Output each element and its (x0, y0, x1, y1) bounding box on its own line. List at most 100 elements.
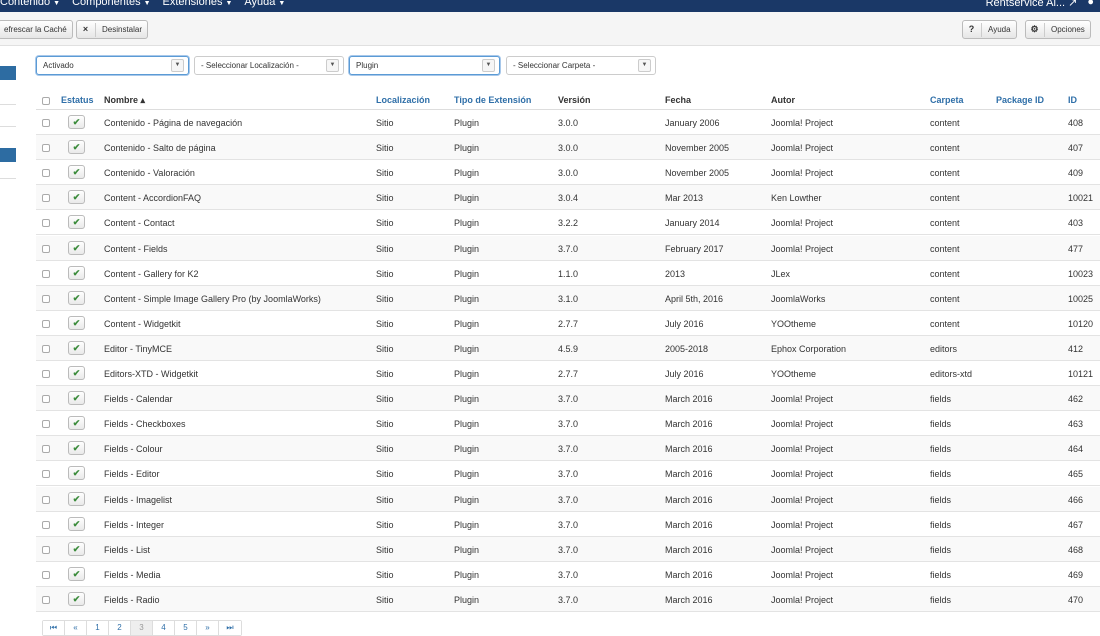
site-link[interactable]: Rentservice Al... ↗ (986, 0, 1078, 9)
row-author: Ephox Corporation (771, 343, 847, 354)
header-package-id[interactable]: Package ID (996, 95, 1044, 105)
row-checkbox[interactable] (42, 420, 50, 429)
enabled-check-icon[interactable]: ✔ (68, 516, 85, 531)
options-button[interactable]: ⚙ Opciones (1025, 20, 1091, 39)
next-page-button[interactable]: » (197, 621, 219, 635)
sidebar-item-active[interactable] (0, 66, 16, 80)
row-checkbox[interactable] (42, 269, 50, 278)
row-checkbox[interactable] (42, 495, 50, 504)
prev-page-button[interactable]: « (65, 621, 87, 635)
select-all-checkbox[interactable] (42, 97, 50, 105)
row-checkbox[interactable] (42, 470, 50, 479)
enabled-check-icon[interactable]: ✔ (68, 315, 85, 330)
row-checkbox[interactable] (42, 545, 50, 554)
enabled-check-icon[interactable]: ✔ (68, 541, 85, 556)
enabled-check-icon[interactable]: ✔ (68, 265, 85, 280)
row-name[interactable]: Contenido - Valoración (104, 168, 195, 178)
menu-contenido[interactable]: Contenido ▼ (0, 0, 60, 8)
enabled-check-icon[interactable]: ✔ (68, 165, 85, 180)
row-name[interactable]: Contenido - Página de navegación (104, 118, 242, 128)
row-location: Sitio (376, 469, 394, 480)
enabled-check-icon[interactable]: ✔ (68, 441, 85, 456)
type-filter[interactable]: Plugin ▼ (349, 56, 500, 75)
enabled-check-icon[interactable]: ✔ (68, 190, 85, 205)
uninstall-button[interactable]: × Desinstalar (76, 20, 149, 39)
status-filter[interactable]: Activado ▼ (36, 56, 189, 75)
row-name[interactable]: Editors-XTD - Widgetkit (104, 369, 198, 379)
header-name[interactable]: Nombre ▴ (104, 95, 145, 106)
enabled-check-icon[interactable]: ✔ (68, 340, 85, 355)
enabled-check-icon[interactable]: ✔ (68, 366, 85, 380)
row-name[interactable]: Content - Fields (104, 244, 168, 254)
user-icon[interactable]: ● (1087, 0, 1094, 9)
row-checkbox[interactable] (42, 219, 50, 228)
header-status[interactable]: Estatus (61, 95, 94, 105)
sidebar-item-selected[interactable] (0, 148, 16, 162)
row-checkbox[interactable] (42, 344, 50, 353)
last-page-button[interactable]: ⏭ (219, 621, 241, 635)
row-checkbox[interactable] (42, 395, 50, 404)
header-version[interactable]: Versión (558, 95, 591, 105)
enabled-check-icon[interactable]: ✔ (68, 491, 85, 506)
enabled-check-icon[interactable]: ✔ (68, 240, 85, 255)
enabled-check-icon[interactable]: ✔ (68, 115, 85, 129)
enabled-check-icon[interactable]: ✔ (68, 566, 85, 581)
header-author[interactable]: Autor (771, 95, 795, 105)
enabled-check-icon[interactable]: ✔ (68, 416, 85, 431)
row-name[interactable]: Fields - Integer (104, 520, 164, 530)
row-name[interactable]: Contenido - Salto de página (104, 143, 216, 153)
row-checkbox[interactable] (42, 520, 50, 529)
enabled-check-icon[interactable]: ✔ (68, 466, 85, 481)
row-checkbox[interactable] (42, 370, 50, 378)
row-name[interactable]: Content - Contact (104, 218, 175, 228)
row-name[interactable]: Fields - Imagelist (104, 495, 172, 505)
row-name[interactable]: Editor - TinyMCE (104, 344, 172, 354)
row-name[interactable]: Content - Widgetkit (104, 319, 181, 329)
help-button[interactable]: ? Ayuda (962, 20, 1017, 39)
header-date[interactable]: Fecha (665, 95, 691, 105)
header-type[interactable]: Tipo de Extensión (454, 95, 531, 105)
row-checkbox[interactable] (42, 319, 50, 328)
row-name[interactable]: Fields - Calendar (104, 394, 173, 404)
enabled-check-icon[interactable]: ✔ (68, 391, 85, 406)
first-page-button[interactable]: ⏮ (43, 621, 65, 635)
enabled-check-icon[interactable]: ✔ (68, 215, 85, 230)
page-2[interactable]: 2 (109, 621, 131, 635)
row-checkbox[interactable] (42, 244, 50, 253)
row-checkbox[interactable] (42, 144, 50, 153)
enabled-check-icon[interactable]: ✔ (68, 290, 85, 305)
row-name[interactable]: Content - Simple Image Gallery Pro (by J… (104, 294, 321, 304)
row-checkbox[interactable] (42, 570, 50, 579)
row-checkbox[interactable] (42, 169, 50, 178)
menu-ayuda[interactable]: Ayuda ▼ (244, 0, 285, 8)
row-name[interactable]: Fields - Editor (104, 469, 160, 479)
row-folder: editors-xtd (930, 369, 973, 379)
page-1[interactable]: 1 (87, 621, 109, 635)
row-name[interactable]: Fields - Colour (104, 444, 163, 454)
header-id[interactable]: ID (1068, 95, 1077, 105)
row-name[interactable]: Content - AccordionFAQ (104, 193, 201, 203)
row-name[interactable]: Fields - Radio (104, 595, 160, 605)
header-location[interactable]: Localización (376, 95, 430, 105)
location-filter[interactable]: - Seleccionar Localización - ▼ (194, 56, 344, 75)
page-5[interactable]: 5 (175, 621, 197, 635)
refresh-cache-button[interactable]: efrescar la Caché (0, 20, 73, 39)
row-checkbox[interactable] (42, 445, 50, 454)
enabled-check-icon[interactable]: ✔ (68, 591, 85, 606)
page-4[interactable]: 4 (153, 621, 175, 635)
row-checkbox[interactable] (42, 294, 50, 303)
header-folder[interactable]: Carpeta (930, 95, 964, 105)
row-checkbox[interactable] (42, 119, 50, 127)
row-name[interactable]: Fields - Checkboxes (104, 419, 186, 429)
row-name[interactable]: Fields - Media (104, 570, 161, 580)
enabled-check-icon[interactable]: ✔ (68, 140, 85, 155)
row-checkbox[interactable] (42, 194, 50, 203)
row-name[interactable]: Content - Gallery for K2 (104, 269, 199, 279)
row-name[interactable]: Fields - List (104, 545, 150, 555)
row-author: Joomla! Project (771, 419, 834, 430)
row-folder: content (930, 143, 960, 154)
menu-extensiones[interactable]: Extensiones ▼ (163, 0, 233, 8)
menu-componentes[interactable]: Componentes ▼ (72, 0, 150, 8)
row-checkbox[interactable] (42, 595, 50, 604)
folder-filter[interactable]: - Seleccionar Carpeta - ▼ (506, 56, 656, 75)
